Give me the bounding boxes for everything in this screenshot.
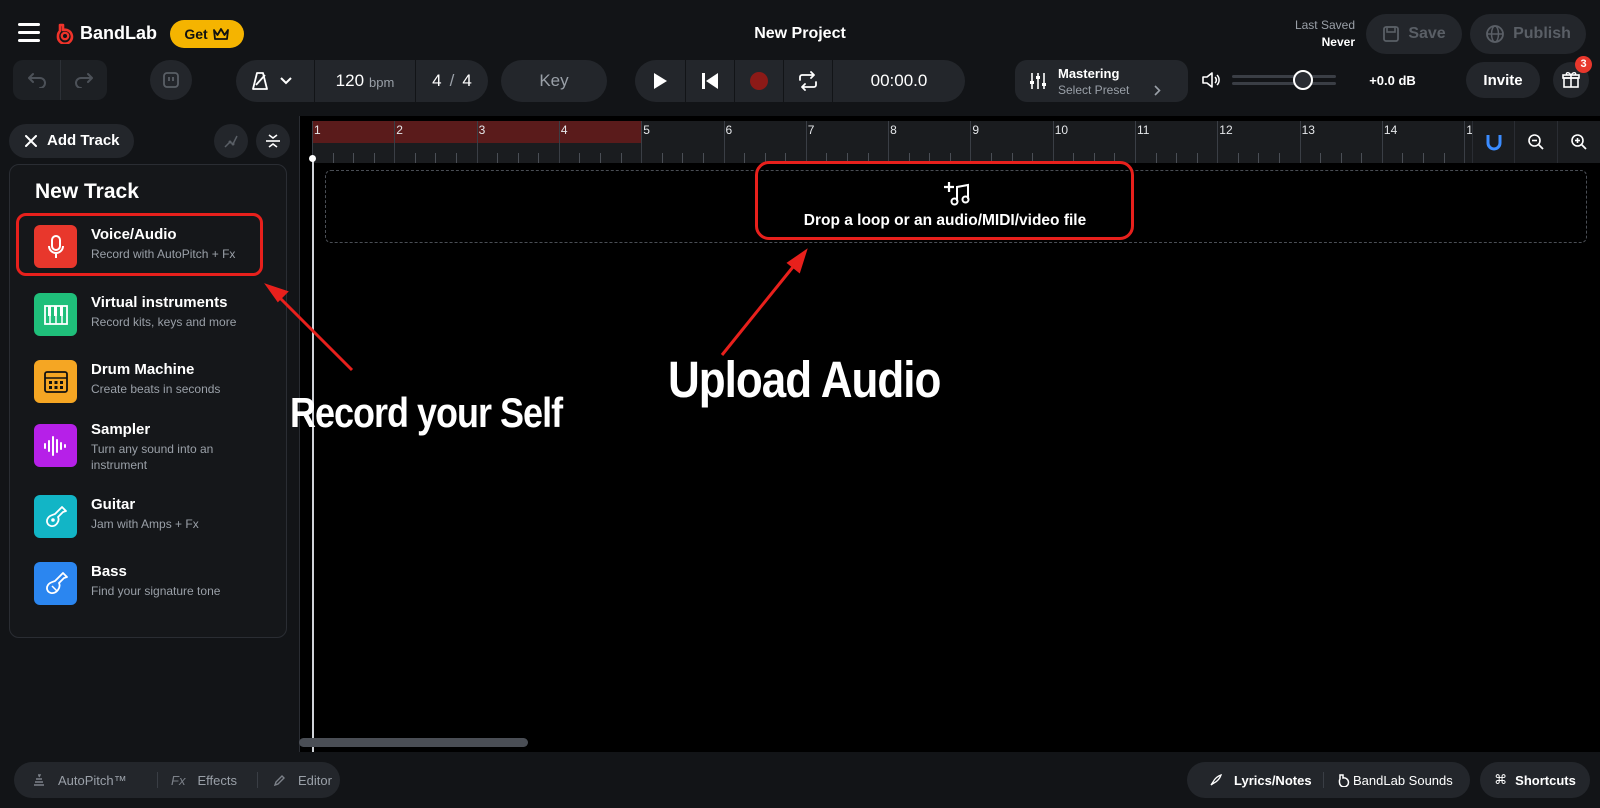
quill-icon — [1210, 773, 1222, 786]
arrow-to-drop-zone — [720, 261, 799, 356]
fx-icon: Fx — [171, 772, 186, 788]
arrow-to-voice-audio — [274, 292, 354, 372]
autopitch-icon — [34, 774, 44, 786]
record-annotation: Record your Self — [290, 389, 563, 437]
upload-annotation: Upload Audio — [668, 352, 941, 409]
bandlab-sounds-button[interactable]: BandLab Sounds — [1337, 762, 1453, 798]
shortcuts-button[interactable]: ⌘ Shortcuts — [1480, 762, 1590, 798]
bandlab-sounds-label: BandLab Sounds — [1353, 772, 1453, 788]
bottom-bar: AutoPitch™ Fx Effects Editor Lyrics/Note… — [0, 752, 1600, 808]
shortcuts-label: Shortcuts — [1515, 772, 1576, 788]
lyrics-notes-button[interactable]: Lyrics/Notes — [1209, 762, 1312, 798]
lyrics-notes-label: Lyrics/Notes — [1234, 772, 1312, 788]
autopitch-button[interactable]: AutoPitch™ — [32, 762, 127, 798]
autopitch-label: AutoPitch™ — [58, 772, 127, 788]
command-icon: ⌘ — [1494, 772, 1508, 787]
editor-button[interactable]: Editor — [259, 762, 332, 798]
right-tools-group: Lyrics/Notes BandLab Sounds — [1187, 762, 1470, 798]
effects-button[interactable]: Fx Effects — [159, 762, 237, 798]
effects-label: Effects — [197, 772, 237, 788]
pencil-icon — [273, 774, 285, 786]
editor-label: Editor — [298, 772, 332, 788]
bandlab-sounds-icon — [1338, 773, 1350, 787]
editor-tools-group: AutoPitch™ Fx Effects Editor — [14, 762, 340, 798]
